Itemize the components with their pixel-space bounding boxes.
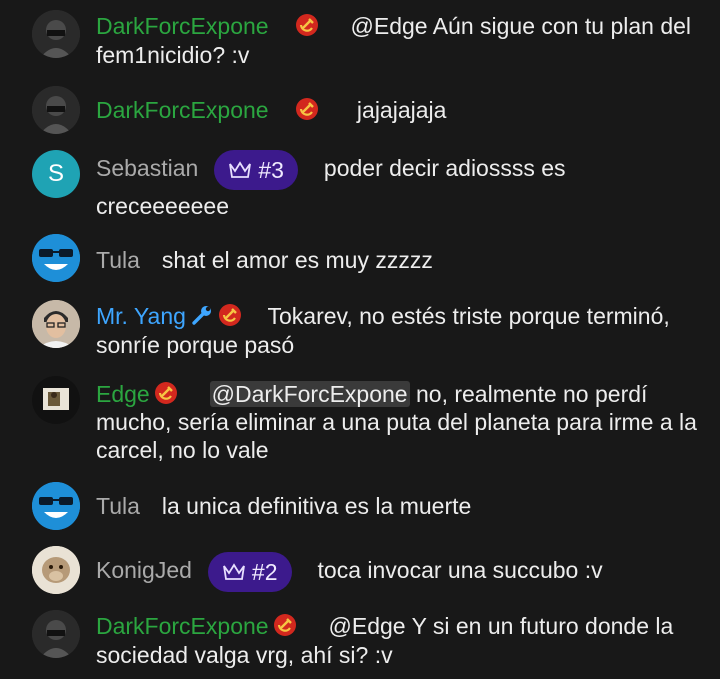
author-name[interactable]: DarkForcExpone <box>96 13 269 39</box>
avatar-letter: S <box>47 160 64 187</box>
rank-badge: #3 <box>214 150 298 190</box>
crown-icon <box>223 563 245 580</box>
avatar[interactable] <box>32 234 80 282</box>
message-text: shat el amor es muy zzzzz <box>161 247 433 273</box>
chat-message: DarkForcExpone @Edge Aún sigue con tu pl… <box>0 8 720 72</box>
message-text: toca invocar una succubo :v <box>317 557 603 583</box>
avatar[interactable] <box>32 376 80 424</box>
author-name[interactable]: KonigJed <box>96 557 192 583</box>
avatar[interactable] <box>32 482 80 530</box>
chat-message: Mr. Yang Tokarev, no estés triste porque… <box>0 298 720 362</box>
chat-message: Tula shat el amor es muy zzzzz <box>0 234 720 284</box>
chat-message: DarkForcExpone jajajajaja <box>0 86 720 134</box>
chat-list: DarkForcExpone @Edge Aún sigue con tu pl… <box>0 0 720 679</box>
hammer-sickle-icon <box>273 614 296 636</box>
message-text: la unica definitiva es la muerte <box>161 493 472 519</box>
author-name[interactable]: Mr. Yang <box>96 303 186 329</box>
hammer-sickle-icon <box>295 98 318 120</box>
chat-message: Edge @DarkForcExpone no, realmente no pe… <box>0 376 720 468</box>
chat-message: DarkForcExpone @Edge Y si en un futuro d… <box>0 610 720 674</box>
author-name[interactable]: Sebastian <box>96 155 198 181</box>
crown-icon <box>229 161 252 178</box>
chat-message: S Sebastian #3 poder decir adiossss es cre… <box>0 148 720 220</box>
avatar[interactable] <box>32 546 80 594</box>
hammer-sickle-icon <box>154 382 177 404</box>
mention-chip[interactable]: @DarkForcExpone <box>209 381 410 407</box>
message-text: jajajajaja <box>356 97 447 123</box>
avatar[interactable] <box>32 86 80 134</box>
author-name[interactable]: DarkForcExpone <box>96 97 269 123</box>
author-name[interactable]: Tula <box>96 247 140 273</box>
hammer-sickle-icon <box>295 14 318 36</box>
chat-message: Tula la unica definitiva es la muerte <box>0 482 720 530</box>
author-name[interactable]: DarkForcExpone <box>96 613 269 639</box>
avatar[interactable] <box>32 300 80 348</box>
avatar[interactable] <box>32 610 80 658</box>
author-name[interactable]: Edge <box>96 381 150 407</box>
wrench-icon <box>192 306 211 325</box>
avatar[interactable] <box>32 10 80 58</box>
avatar[interactable]: S <box>32 150 80 198</box>
chat-message: KonigJed #2 toca invocar una succubo :v <box>0 546 720 596</box>
hammer-sickle-icon <box>218 304 241 326</box>
author-name[interactable]: Tula <box>96 493 140 519</box>
rank-badge: #2 <box>207 551 292 592</box>
